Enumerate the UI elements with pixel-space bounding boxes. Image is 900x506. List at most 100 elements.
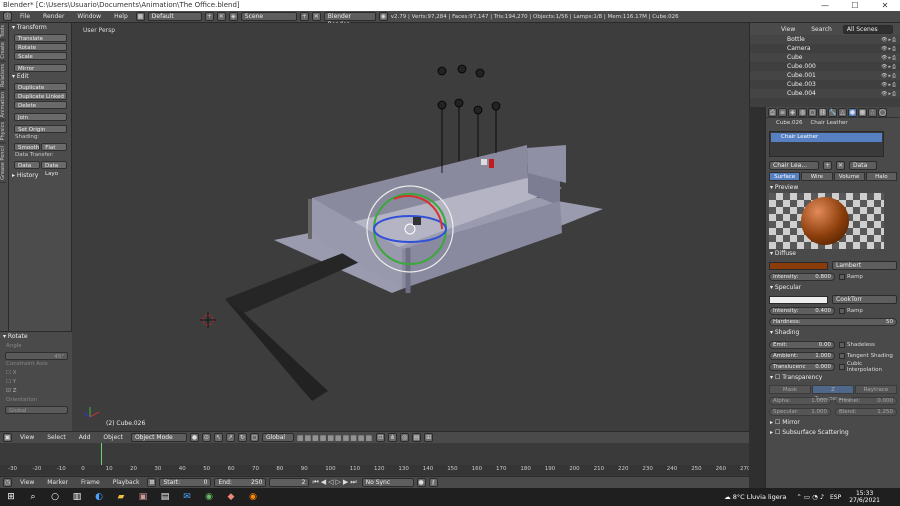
weather-widget[interactable]: ☁ 8°C Lluvia ligera — [724, 493, 786, 501]
z-transparency-tab[interactable]: Z Transparency — [812, 385, 854, 402]
shading-panel-header[interactable]: ▾ Shading — [766, 328, 900, 338]
outliner-row[interactable]: Cube.000 👁▸⎙ — [750, 62, 900, 71]
keyframe-record-icon[interactable]: ● — [416, 478, 426, 487]
layout-add-icon[interactable]: + — [204, 12, 214, 21]
outliner-row[interactable]: Camera 👁▸⎙ — [750, 44, 900, 53]
surface-tab[interactable]: Surface — [769, 172, 801, 181]
material-slot-item[interactable]: Chair Leather — [771, 133, 882, 142]
add-menu[interactable]: Add — [74, 434, 96, 441]
particles-tab-icon[interactable]: ∴ — [868, 108, 877, 117]
ambient-field[interactable]: Ambient: 1.000 — [769, 351, 835, 360]
mask-tab[interactable]: Mask — [769, 385, 811, 394]
material-new-icon[interactable]: + — [823, 161, 832, 170]
data-layout-button[interactable]: Data Layo — [41, 161, 67, 177]
record-icon[interactable]: ⊠ — [147, 478, 157, 487]
windows-start-icon[interactable]: ⊞ — [0, 492, 22, 502]
cubic-interpolation-checkbox[interactable]: Cubic Interpolation — [839, 361, 897, 373]
fresnel-field[interactable]: Fresnel: 0.000 — [835, 396, 897, 405]
scene-add-icon[interactable]: + — [299, 12, 309, 21]
tray-icons[interactable]: ⌃ ▭ ◔ ♪ — [796, 493, 824, 501]
volume-tab[interactable]: Volume — [833, 172, 865, 181]
material-link-select[interactable]: Data — [849, 161, 877, 170]
render-icon[interactable]: ▤ — [412, 433, 422, 442]
material-unlink-icon[interactable]: ✕ — [836, 161, 845, 170]
snap-icon[interactable]: ⋔ — [388, 433, 398, 442]
wire-tab[interactable]: Wire — [801, 172, 833, 181]
delete-button[interactable]: Delete — [14, 101, 67, 109]
object-tab-icon[interactable]: ▢ — [808, 108, 817, 117]
scene-close-icon[interactable]: ✕ — [311, 12, 321, 21]
rotate-manipulator-icon[interactable]: ↻ — [237, 433, 247, 442]
layers-tab-icon[interactable]: ≡ — [778, 108, 787, 117]
hardness-field[interactable]: Hardness: 50 — [769, 317, 897, 326]
orientation-select[interactable]: Global — [5, 406, 68, 414]
diffuse-panel-header[interactable]: ▾ Diffuse — [766, 249, 900, 259]
widgets-icon[interactable]: ▥ — [66, 492, 88, 502]
lock-icon[interactable]: ⊡ — [376, 433, 386, 442]
world-tab-icon[interactable]: ◍ — [798, 108, 807, 117]
object-menu[interactable]: Object — [98, 434, 128, 441]
texture-tab-icon[interactable]: ▦ — [858, 108, 867, 117]
close-button[interactable]: ✕ — [870, 0, 900, 11]
outliner-row[interactable]: Cube.001 👁▸⎙ — [750, 71, 900, 80]
outliner-row[interactable]: Bottle 👁▸⎙ — [750, 35, 900, 44]
axis-z-checkbox[interactable]: ☑ Z — [0, 387, 72, 396]
editor-type-icon[interactable]: ▣ — [3, 433, 12, 442]
grid-icon[interactable]: ⊞ — [424, 433, 434, 442]
tangent-shading-checkbox[interactable]: Tangent Shading — [839, 352, 897, 359]
current-frame-field[interactable]: 2 — [269, 478, 310, 487]
blender-taskbar-icon[interactable]: ◉ — [242, 492, 264, 502]
3d-viewport[interactable]: User Persp (2) Cube.026 — [72, 23, 749, 431]
playback-controls-icon[interactable]: ⏮◀◁▷▶⏭ — [312, 478, 358, 487]
chrome-icon[interactable]: ◉ — [198, 492, 220, 502]
timeline-editor-icon[interactable]: ◷ — [3, 478, 12, 487]
mirror-panel-header[interactable]: ▸ ☐ Mirror — [766, 418, 900, 428]
outliner-search-menu[interactable]: Search — [806, 26, 837, 33]
timeline[interactable]: -30 -20 -10 0 10 20 30 40 50 60 70 80 90 100 110 120 130… — [0, 443, 751, 476]
halo-tab[interactable]: Halo — [865, 172, 897, 181]
mirror-button[interactable]: Mirror — [14, 64, 67, 72]
edge-icon[interactable]: ◐ — [88, 492, 110, 502]
language-indicator[interactable]: ESP — [830, 494, 841, 501]
constraints-tab-icon[interactable]: ⛓ — [818, 108, 827, 117]
layout-grid-icon[interactable]: ▦ — [135, 12, 145, 21]
smooth-button[interactable]: Smooth — [14, 143, 41, 151]
diffuse-shader-select[interactable]: Lambert — [832, 261, 897, 270]
sss-panel-header[interactable]: ▸ ☐ Subsurface Scattering — [766, 428, 900, 438]
translucency-field[interactable]: Translucenc 0.000 — [769, 362, 835, 371]
tab-relations[interactable]: Relations — [0, 61, 6, 90]
transform-orientation-select[interactable]: Global — [261, 433, 294, 442]
translate-button[interactable]: Translate — [14, 34, 67, 42]
playback-menu[interactable]: Playback — [108, 479, 145, 486]
menu-render[interactable]: Render — [38, 13, 69, 20]
minimize-button[interactable]: — — [810, 0, 840, 11]
rotate-button[interactable]: Rotate — [14, 43, 67, 51]
material-slot-list[interactable]: Chair Leather — [769, 131, 884, 157]
store-icon[interactable]: ▤ — [154, 492, 176, 502]
scale-manipulator-icon[interactable]: ▢ — [249, 433, 259, 442]
transform-panel-header[interactable]: ▾ Transform — [9, 23, 71, 33]
diffuse-ramp-checkbox[interactable]: Ramp — [839, 273, 897, 280]
diffuse-color-swatch[interactable] — [769, 261, 828, 270]
tab-grease-pencil[interactable]: Grease Pencil — [0, 143, 6, 183]
angle-field[interactable]: 45° — [5, 352, 68, 360]
maximize-button[interactable]: ☐ — [840, 0, 870, 11]
keying-icon[interactable]: ⚷ — [428, 478, 438, 487]
clock[interactable]: 15:33 27/6/2021 — [849, 490, 880, 504]
search-icon[interactable]: ⌕ — [22, 492, 44, 502]
alpha-field[interactable]: Alpha: 1.000 — [769, 396, 831, 405]
physics-tab-icon[interactable]: ◯ — [878, 108, 887, 117]
scene-icon[interactable]: ◈ — [228, 12, 238, 21]
join-button[interactable]: Join — [14, 113, 67, 121]
specular-panel-header[interactable]: ▾ Specular — [766, 283, 900, 293]
view-menu[interactable]: View — [15, 434, 39, 441]
marker-menu[interactable]: Marker — [42, 479, 73, 486]
layer-buttons-icon[interactable]: ▦▦▦▦▦▦▦▦▦▦ — [297, 434, 373, 442]
render-engine-select[interactable]: Blender Render — [323, 12, 376, 28]
pivot-icon[interactable]: ⊙ — [201, 433, 211, 442]
menu-file[interactable]: File — [15, 13, 35, 20]
frame-ruler[interactable]: -30 -20 -10 0 10 20 30 40 50 60 70 80 90 100 110 120 130… — [0, 465, 751, 475]
scene-tab-icon[interactable]: ◈ — [788, 108, 797, 117]
menu-window[interactable]: Window — [72, 13, 106, 20]
info-editor-icon[interactable]: ⓘ — [3, 12, 12, 21]
